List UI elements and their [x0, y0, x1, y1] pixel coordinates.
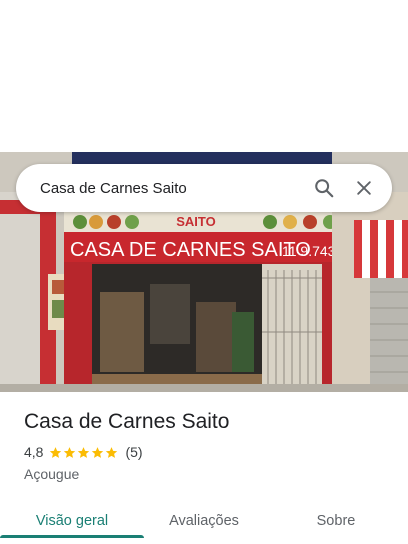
tab-label: Avaliações — [169, 513, 239, 529]
star-icon — [64, 446, 76, 458]
star-icon — [106, 446, 118, 458]
place-category: Açougue — [24, 466, 80, 482]
search-bar[interactable]: Casa de Carnes Saito — [16, 164, 392, 212]
search-icon — [315, 179, 334, 198]
tab-bar: Visão geral Avaliações Sobre — [0, 498, 408, 544]
tab-overview[interactable]: Visão geral — [0, 498, 144, 544]
review-count: (5) — [125, 444, 143, 460]
close-icon — [357, 181, 371, 195]
clear-search-button[interactable] — [344, 168, 384, 208]
sign-main-text: CASA DE CARNES SAITO — [70, 239, 311, 261]
rating-value: 4,8 — [24, 444, 44, 460]
tab-label: Sobre — [316, 513, 356, 529]
rating-row[interactable]: 4,8 (5) — [24, 444, 143, 460]
star-icon — [50, 446, 62, 458]
tab-label: Visão geral — [35, 513, 109, 529]
search-input[interactable]: Casa de Carnes Saito — [40, 180, 304, 197]
star-icon — [78, 446, 90, 458]
star-rating — [49, 446, 119, 459]
star-icon — [92, 446, 104, 458]
tab-about[interactable]: Sobre — [264, 498, 408, 544]
map-blank-area — [0, 0, 408, 152]
tab-reviews[interactable]: Avaliações — [144, 498, 264, 544]
place-info-panel: Casa de Carnes Saito 4,8 (5) Açougue Vis… — [0, 392, 408, 544]
active-tab-indicator — [0, 535, 144, 538]
sign-top-text: SAITO — [176, 214, 216, 229]
place-title: Casa de Carnes Saito — [24, 410, 230, 433]
search-button[interactable] — [304, 168, 344, 208]
